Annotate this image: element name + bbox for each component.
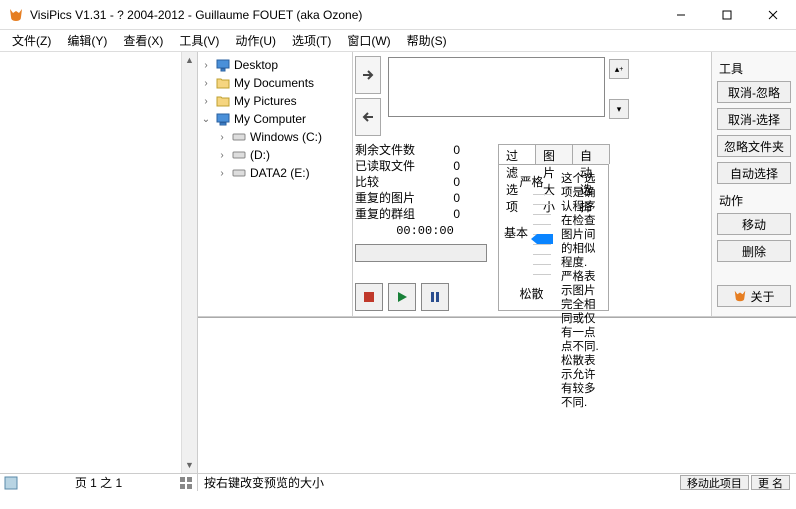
list-up-button[interactable]: ▴+ [609,59,629,79]
tree-node-computer[interactable]: ⌄ My Computer [200,110,350,128]
about-button[interactable]: 关于 [717,285,791,307]
maximize-button[interactable] [704,0,750,30]
thumbnail-pane: ▲ ▼ [0,52,198,473]
expander-icon[interactable]: › [216,132,228,143]
cancel-ignore-button[interactable]: 取消-忽略 [717,81,791,103]
filter-help-text: 这个选项是确认程序在检查图片间的相似程度. 严格表示图片完全相同或仅有一点点不同… [559,170,603,305]
tab-auto-select[interactable]: 自动选择 [572,144,610,164]
tab-filter[interactable]: 过滤选项 [498,144,536,164]
folder-tree[interactable]: › Desktop › My Documents › My Pictures ⌄ [198,52,353,316]
scroll-up-icon[interactable]: ▲ [182,52,197,68]
status-hint: 按右键改变预览的大小 [204,474,324,491]
folder-icon [215,93,231,109]
expander-icon[interactable]: › [200,60,212,71]
tree-node-documents[interactable]: › My Documents [200,74,350,92]
stats-panel: 剩余文件数0 已读取文件0 比较0 重复的图片0 重复的群组0 00:00:00 [355,142,495,262]
selected-folders-list[interactable] [388,57,605,117]
page-indicator: 页 1 之 1 [75,474,122,491]
menu-edit[interactable]: 编辑(Y) [59,30,115,51]
expander-icon[interactable]: › [216,168,228,179]
app-icon [8,7,24,23]
drive-icon [231,165,247,181]
preview-area[interactable] [198,317,796,473]
menu-action[interactable]: 动作(U) [227,30,284,51]
tree-node-drive-e[interactable]: › DATA2 (E:) [200,164,350,182]
close-button[interactable] [750,0,796,30]
menu-tools[interactable]: 工具(V) [171,30,227,51]
computer-icon [215,111,231,127]
menubar: 文件(Z) 编辑(Y) 查看(X) 工具(V) 动作(U) 选项(T) 窗口(W… [0,30,796,52]
elapsed-time: 00:00:00 [355,224,495,238]
expander-icon[interactable]: › [200,96,212,107]
slider-thumb-icon[interactable] [531,234,553,244]
play-icon [396,291,408,303]
move-button[interactable]: 移动 [717,213,791,235]
slider-label-basic: 基本 [504,224,528,241]
minimize-icon [676,10,686,20]
tree-node-drive-c[interactable]: › Windows (C:) [200,128,350,146]
menu-file[interactable]: 文件(Z) [4,30,59,51]
remove-folder-button[interactable] [355,98,381,136]
stop-button[interactable] [355,283,383,311]
arrow-left-icon [360,109,376,125]
scroll-down-icon[interactable]: ▼ [182,457,197,473]
titlebar: VisiPics V1.31 - ? 2004-2012 - Guillaume… [0,0,796,30]
expander-icon[interactable]: › [216,150,228,161]
tools-group-label: 工具 [719,60,791,77]
arrow-right-icon [360,67,376,83]
cancel-select-button[interactable]: 取消-选择 [717,108,791,130]
ignore-folder-button[interactable]: 忽略文件夹 [717,135,791,157]
close-icon [768,10,778,20]
desktop-icon [215,57,231,73]
maximize-icon [722,10,732,20]
progress-bar [355,244,487,262]
minimize-button[interactable] [658,0,704,30]
slider-label-strict: 严格 [519,173,543,190]
menu-view[interactable]: 查看(X) [115,30,171,51]
window-title: VisiPics V1.31 - ? 2004-2012 - Guillaume… [30,8,658,22]
tree-node-drive-d[interactable]: › (D:) [200,146,350,164]
tree-node-pictures[interactable]: › My Pictures [200,92,350,110]
right-toolbar: 工具 取消-忽略 取消-选择 忽略文件夹 自动选择 动作 移动 删除 关于 [711,52,796,316]
menu-help[interactable]: 帮助(S) [399,30,455,51]
auto-select-button[interactable]: 自动选择 [717,162,791,184]
status-icon [4,476,18,490]
menu-window[interactable]: 窗口(W) [339,30,398,51]
folder-icon [215,75,231,91]
menu-options[interactable]: 选项(T) [284,30,339,51]
slider-label-loose: 松散 [519,285,543,302]
list-down-button[interactable]: ▾ [609,99,629,119]
stop-icon [363,291,375,303]
grid-icon[interactable] [179,476,193,490]
pause-button[interactable] [421,283,449,311]
expander-icon[interactable]: › [200,78,212,89]
fox-icon [733,289,747,303]
drive-icon [231,129,247,145]
tab-image-size[interactable]: 图片大小 [535,144,573,164]
move-item-button[interactable]: 移动此项目 [680,475,749,490]
pause-icon [429,291,441,303]
options-tabs: 过滤选项 图片大小 自动选择 严格 基本 松散 这个选 [498,144,609,311]
drive-icon [231,147,247,163]
play-button[interactable] [388,283,416,311]
actions-group-label: 动作 [719,192,791,209]
scrollbar[interactable]: ▲ ▼ [181,52,197,473]
delete-button[interactable]: 删除 [717,240,791,262]
tree-node-desktop[interactable]: › Desktop [200,56,350,74]
strictness-slider[interactable] [533,194,551,281]
rename-button[interactable]: 更 名 [751,475,790,490]
add-folder-button[interactable] [355,56,381,94]
collapse-icon[interactable]: ⌄ [200,114,212,125]
